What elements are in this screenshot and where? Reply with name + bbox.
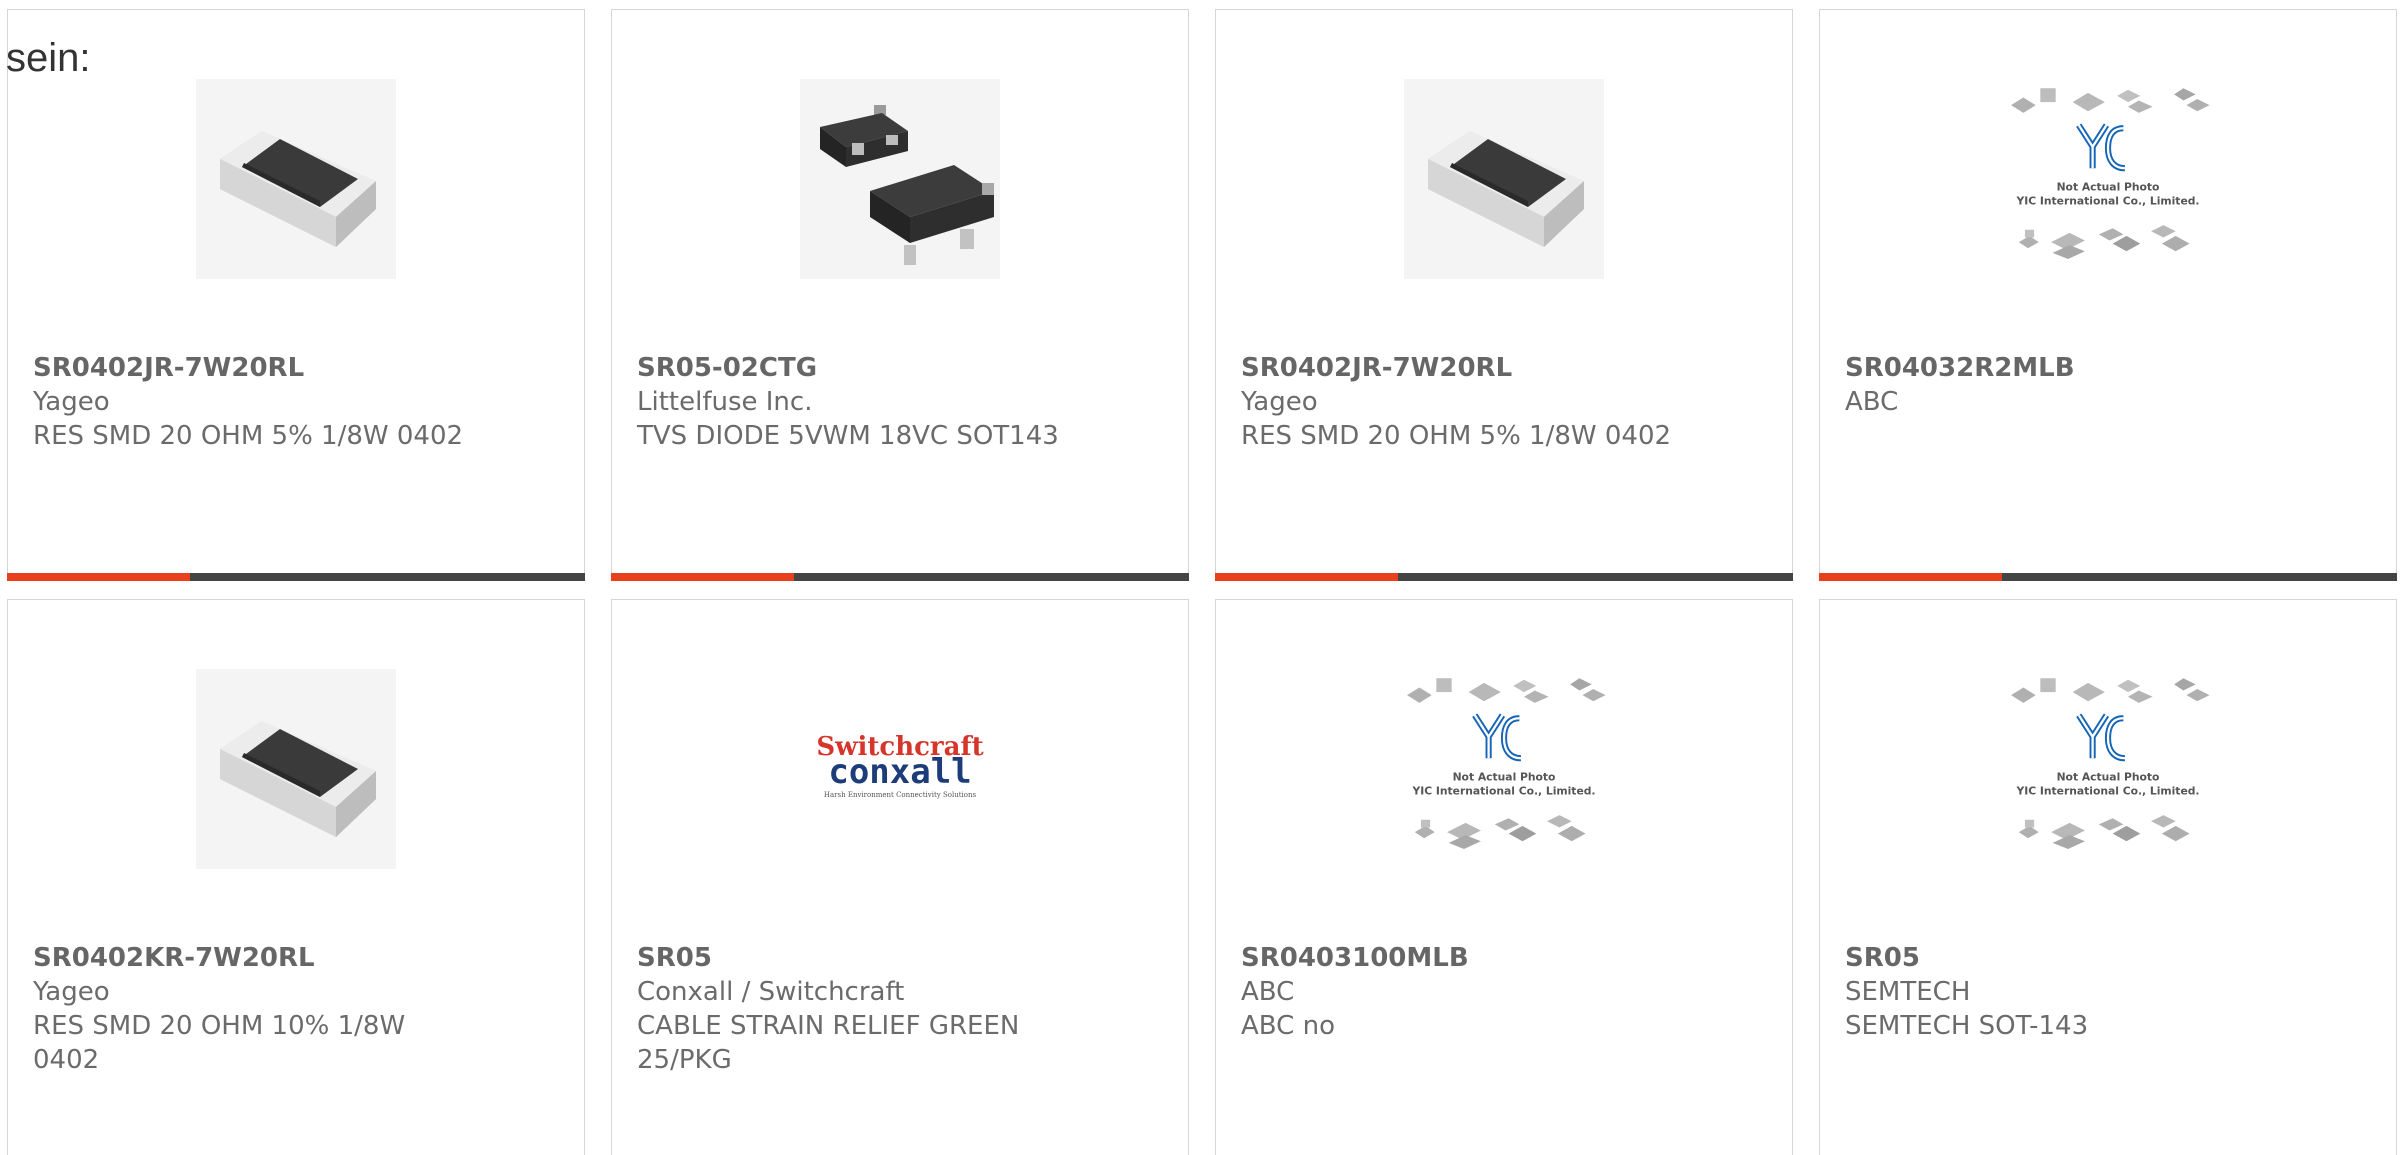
product-info: SR05 Conxall / Switchcraft CABLE STRAIN …: [637, 941, 1168, 1077]
product-card[interactable]: SR0402KR-7W20RL Yageo RES SMD 20 OHM 10%…: [7, 599, 585, 1155]
placeholder-line1: Not Actual Photo: [2057, 181, 2160, 194]
manufacturer: Yageo: [1241, 387, 1318, 417]
manufacturer: Conxall / Switchcraft: [637, 977, 905, 1007]
description: CABLE STRAIN RELIEF GREEN 25/PKG: [637, 1011, 1020, 1075]
part-number[interactable]: SR0402JR-7W20RL: [33, 353, 304, 383]
product-card[interactable]: SR05-02CTG Littelfuse Inc. TVS DIODE 5VW…: [611, 9, 1189, 581]
card-bottom-bar: [1819, 573, 2397, 581]
product-info: SR04032R2MLB ABC: [1845, 351, 2376, 419]
intro-text: sein:: [6, 36, 91, 80]
card-accent-bar: [1215, 573, 1398, 581]
product-card[interactable]: SR0402JR-7W20RL Yageo RES SMD 20 OHM 5% …: [1215, 9, 1793, 581]
part-number[interactable]: SR05-02CTG: [637, 353, 817, 383]
product-info: SR05-02CTG Littelfuse Inc. TVS DIODE 5VW…: [637, 351, 1168, 453]
card-accent-bar: [611, 573, 794, 581]
part-number[interactable]: SR0402KR-7W20RL: [33, 943, 315, 973]
manufacturer: SEMTECH: [1845, 977, 1971, 1007]
card-accent-bar: [7, 573, 190, 581]
smd-resistor-image: [196, 79, 396, 279]
placeholder-line2: YIC International Co., Limited.: [2015, 194, 2199, 207]
description: RES SMD 20 OHM 5% 1/8W 0402: [33, 421, 464, 451]
description: RES SMD 20 OHM 10% 1/8W 0402: [33, 1011, 406, 1075]
placeholder-not-actual-photo-image: Not Actual Photo YIC International Co., …: [1978, 79, 2238, 279]
product-grid-page: sein: SR0402JR-7W20RL Yageo RES SMD 20 O…: [0, 0, 2400, 1155]
product-card[interactable]: Not Actual Photo YIC International Co., …: [1215, 599, 1793, 1155]
placeholder-line1: Not Actual Photo: [2057, 771, 2160, 784]
manufacturer: ABC: [1241, 977, 1295, 1007]
product-card[interactable]: Switchcraft conxall Harsh Environment Co…: [611, 599, 1189, 1155]
logo-tagline-text: Harsh Environment Connectivity Solutions: [824, 791, 977, 799]
sot143-package-image: [800, 79, 1000, 279]
product-info: SR0402JR-7W20RL Yageo RES SMD 20 OHM 5% …: [33, 351, 564, 453]
product-info: SR0402JR-7W20RL Yageo RES SMD 20 OHM 5% …: [1241, 351, 1772, 453]
description: TVS DIODE 5VWM 18VC SOT143: [637, 421, 1059, 451]
smd-resistor-image: [196, 669, 396, 869]
placeholder-line2: YIC International Co., Limited.: [2015, 784, 2199, 797]
part-number[interactable]: SR04032R2MLB: [1845, 353, 2075, 383]
switchcraft-conxall-logo-image: Switchcraft conxall Harsh Environment Co…: [770, 669, 1030, 869]
description: ABC no: [1241, 1011, 1335, 1041]
manufacturer: Yageo: [33, 387, 110, 417]
manufacturer: Yageo: [33, 977, 110, 1007]
part-number[interactable]: SR0403100MLB: [1241, 943, 1469, 973]
card-bottom-bar: [7, 573, 585, 581]
product-info: SR0403100MLB ABC ABC no: [1241, 941, 1772, 1043]
part-number[interactable]: SR05: [1845, 943, 1920, 973]
card-bottom-bar: [1215, 573, 1793, 581]
card-bottom-bar: [611, 573, 1189, 581]
product-card[interactable]: SR0402JR-7W20RL Yageo RES SMD 20 OHM 5% …: [7, 9, 585, 581]
description: SEMTECH SOT-143: [1845, 1011, 2089, 1041]
placeholder-not-actual-photo-image: Not Actual Photo YIC International Co., …: [1978, 669, 2238, 869]
placeholder-line1: Not Actual Photo: [1453, 771, 1556, 784]
description: RES SMD 20 OHM 5% 1/8W 0402: [1241, 421, 1672, 451]
placeholder-line2: YIC International Co., Limited.: [1411, 784, 1595, 797]
part-number[interactable]: SR0402JR-7W20RL: [1241, 353, 1512, 383]
smd-resistor-image: [1404, 79, 1604, 279]
manufacturer: Littelfuse Inc.: [637, 387, 813, 417]
placeholder-not-actual-photo-image: Not Actual Photo YIC International Co., …: [1374, 669, 1634, 869]
product-card[interactable]: Not Actual Photo YIC International Co., …: [1819, 9, 2397, 581]
product-info: SR0402KR-7W20RL Yageo RES SMD 20 OHM 10%…: [33, 941, 564, 1077]
card-accent-bar: [1819, 573, 2002, 581]
logo-conxall-text: conxall: [828, 752, 971, 792]
product-info: SR05 SEMTECH SEMTECH SOT-143: [1845, 941, 2376, 1043]
part-number[interactable]: SR05: [637, 943, 712, 973]
manufacturer: ABC: [1845, 387, 1899, 417]
product-card[interactable]: Not Actual Photo YIC International Co., …: [1819, 599, 2397, 1155]
